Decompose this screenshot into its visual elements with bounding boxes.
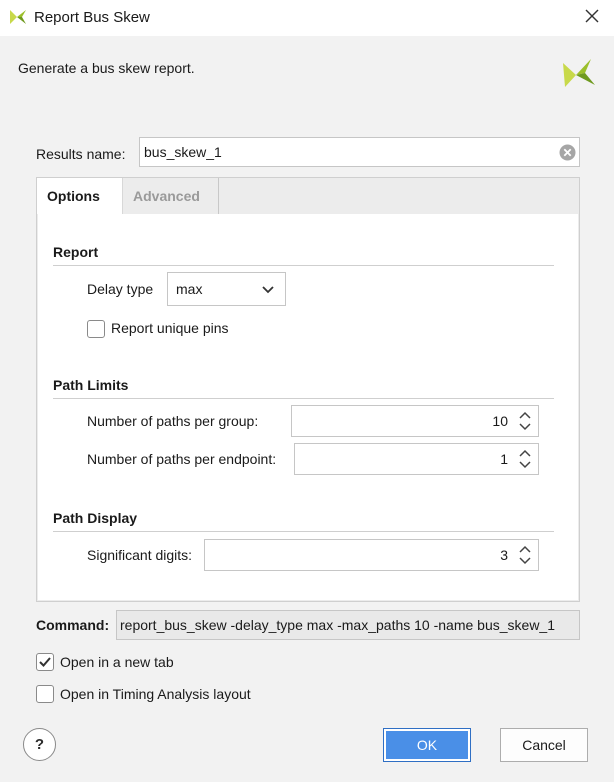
close-icon[interactable] (582, 6, 602, 26)
paths-per-endpoint-spinner[interactable]: 1 (294, 443, 539, 475)
spinner-arrows-icon[interactable] (518, 448, 532, 470)
tab-strip: Options Advanced (37, 178, 579, 214)
dialog-description: Generate a bus skew report. (18, 60, 195, 76)
ok-button[interactable]: OK (383, 728, 471, 762)
checkmark-icon (39, 657, 51, 667)
title-bar: Report Bus Skew (0, 0, 614, 36)
tab-advanced[interactable]: Advanced (123, 178, 219, 214)
report-unique-pins-checkbox[interactable] (87, 320, 105, 338)
clear-icon[interactable] (559, 144, 576, 161)
open-new-tab-checkbox[interactable] (36, 653, 54, 671)
delay-type-label: Delay type (87, 281, 154, 297)
path-display-section-title: Path Display (53, 510, 138, 526)
spinner-arrows-icon[interactable] (518, 544, 532, 566)
section-divider (53, 265, 554, 266)
significant-digits-label: Significant digits: (87, 547, 193, 563)
paths-per-endpoint-value: 1 (500, 451, 508, 467)
open-timing-layout-checkbox[interactable] (36, 685, 54, 703)
significant-digits-value: 3 (500, 547, 508, 563)
dialog-body: Generate a bus skew report. Results name… (0, 36, 614, 782)
spinner-arrows-icon[interactable] (518, 410, 532, 432)
tab-options[interactable]: Options (37, 178, 123, 214)
paths-per-group-value: 10 (492, 413, 508, 429)
window-title: Report Bus Skew (34, 9, 150, 26)
delay-type-select[interactable]: max (167, 272, 286, 306)
results-name-label: Results name: (36, 146, 126, 162)
significant-digits-spinner[interactable]: 3 (204, 539, 539, 571)
report-unique-pins-label[interactable]: Report unique pins (111, 320, 229, 336)
tab-content: Report Delay type max Report unique pins… (38, 214, 578, 600)
command-label: Command: (36, 617, 110, 633)
open-new-tab-label[interactable]: Open in a new tab (60, 654, 174, 670)
options-tab-panel: Options Advanced Report Delay type max R… (36, 177, 580, 602)
report-section-title: Report (53, 244, 99, 260)
chevron-down-icon (262, 286, 274, 294)
section-divider (53, 531, 554, 532)
xilinx-logo-icon (10, 10, 26, 24)
section-divider (53, 398, 554, 399)
cancel-button[interactable]: Cancel (500, 728, 588, 762)
paths-per-group-label: Number of paths per group: (87, 413, 259, 429)
header-band: Generate a bus skew report. (0, 36, 614, 108)
paths-per-endpoint-label: Number of paths per endpoint: (87, 451, 277, 467)
path-limits-section-title: Path Limits (53, 377, 129, 393)
xilinx-logo-icon (563, 59, 595, 87)
delay-type-value: max (176, 281, 203, 297)
help-button[interactable]: ? (23, 728, 56, 761)
paths-per-group-spinner[interactable]: 10 (291, 405, 539, 437)
open-timing-layout-label[interactable]: Open in Timing Analysis layout (60, 686, 251, 702)
command-preview[interactable]: report_bus_skew -delay_type max -max_pat… (116, 610, 580, 640)
results-name-input[interactable] (139, 137, 580, 167)
